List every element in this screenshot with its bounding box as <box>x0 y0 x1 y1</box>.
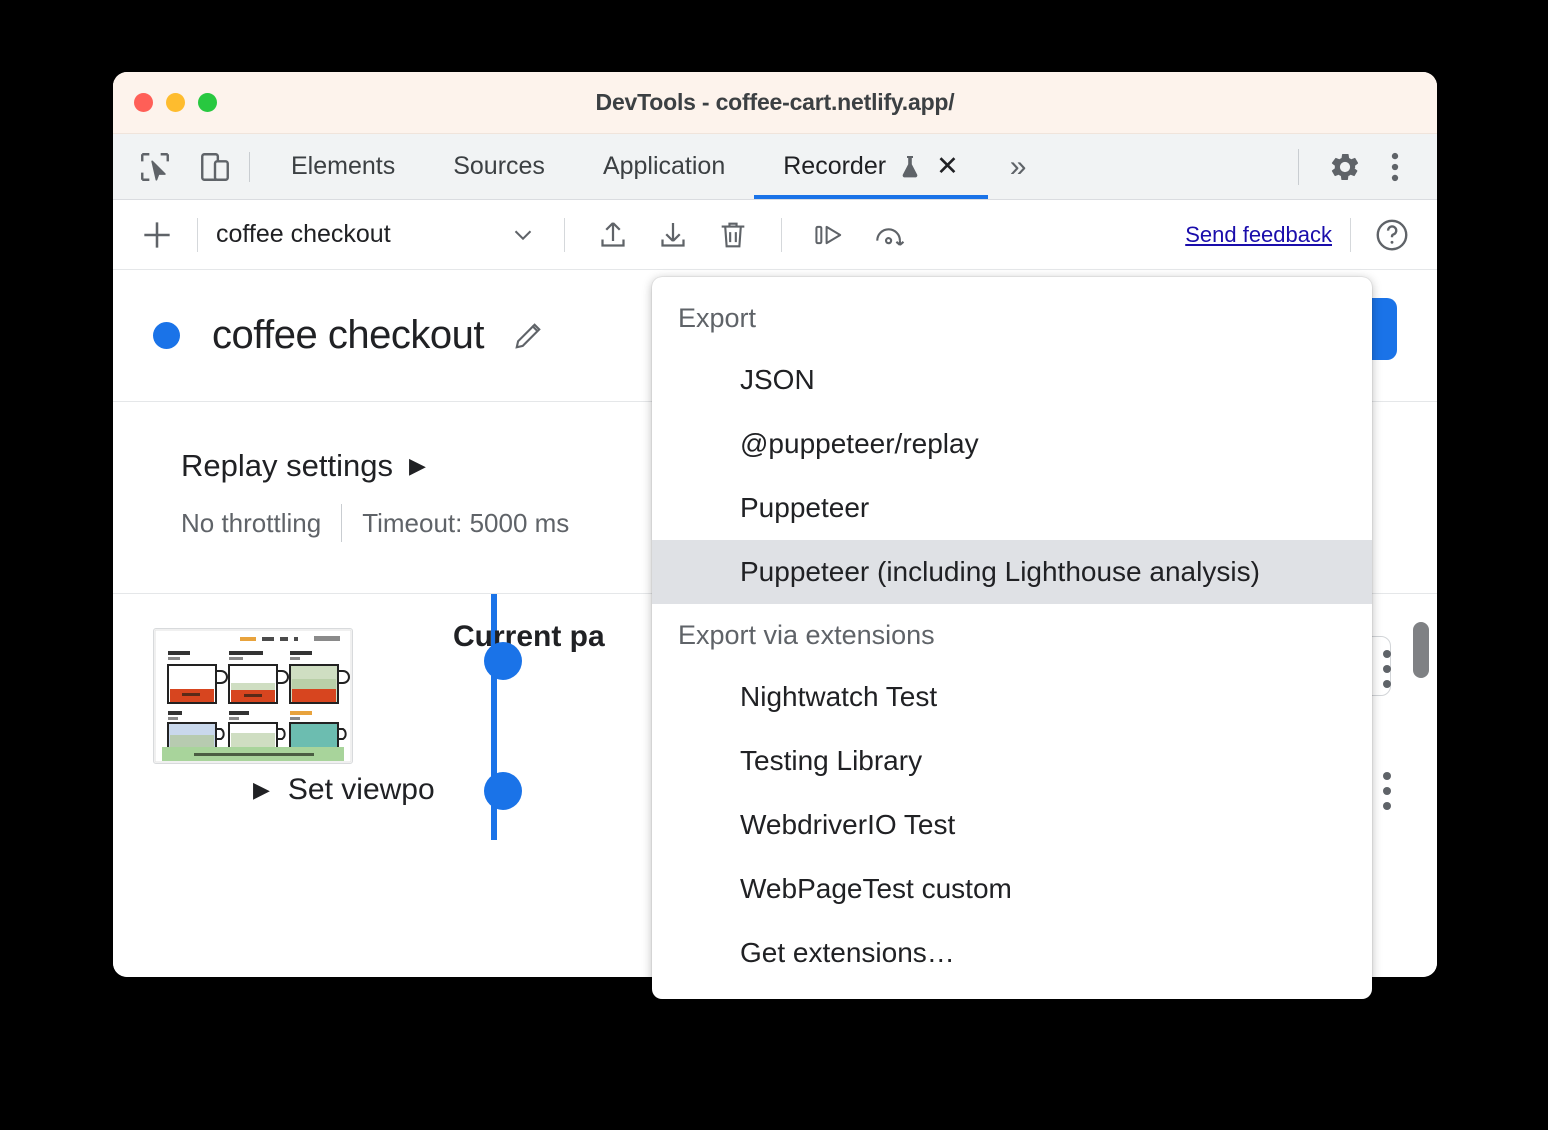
traffic-lights <box>134 93 217 112</box>
plus-icon[interactable] <box>135 213 179 257</box>
step-label: Current pa <box>453 620 605 654</box>
menu-item-get-extensions[interactable]: Get extensions… <box>652 921 1372 985</box>
tab-sources[interactable]: Sources <box>424 134 574 199</box>
timeout-value: Timeout: 5000 ms <box>362 508 569 539</box>
meta-divider <box>341 504 342 542</box>
help-circle-icon[interactable] <box>1369 212 1415 258</box>
tab-label: Elements <box>291 152 395 181</box>
toolbar-divider-2 <box>564 218 565 252</box>
recording-dot <box>153 322 180 349</box>
chevron-down-icon <box>500 220 546 250</box>
toolbar-divider-1 <box>197 218 198 252</box>
vertical-scrollbar[interactable] <box>1413 622 1429 678</box>
device-toolbar-icon[interactable] <box>193 145 237 189</box>
throttling-value: No throttling <box>181 508 321 539</box>
tab-elements[interactable]: Elements <box>262 134 424 199</box>
triangle-right-icon[interactable]: ▶ <box>253 777 270 803</box>
tabbar-right-icons <box>1280 134 1437 199</box>
menu-item-testing-library[interactable]: Testing Library <box>652 729 1372 793</box>
send-feedback-link[interactable]: Send feedback <box>1185 222 1332 248</box>
tab-application[interactable]: Application <box>574 134 754 199</box>
step-thumbnail <box>153 628 353 764</box>
toolbar-divider-3 <box>781 218 782 252</box>
menu-item-puppeteer[interactable]: Puppeteer <box>652 476 1372 540</box>
toolbar-divider-4 <box>1350 218 1351 252</box>
close-window-button[interactable] <box>134 93 153 112</box>
tab-label: Application <box>603 152 725 181</box>
replay-settings-label: Replay settings <box>181 448 393 484</box>
step-node <box>484 642 522 680</box>
tab-list: Elements Sources Application Recorder ✕ <box>262 134 988 199</box>
recorder-toolbar: coffee checkout <box>113 200 1437 270</box>
kebab-menu-icon[interactable] <box>1383 772 1391 810</box>
trash-icon[interactable] <box>710 212 756 258</box>
window-title: DevTools - coffee-cart.netlify.app/ <box>113 89 1437 116</box>
kebab-menu-icon[interactable] <box>1383 650 1391 688</box>
download-icon[interactable] <box>650 212 696 258</box>
screenshot-root: DevTools - coffee-cart.netlify.app/ <box>0 0 1548 1130</box>
tabbar-divider <box>249 152 250 182</box>
step-label-wrap: ▶ Set viewpo <box>253 773 435 807</box>
menu-item-puppeteer-lighthouse[interactable]: Puppeteer (including Lighthouse analysis… <box>652 540 1372 604</box>
step-label: Set viewpo <box>288 773 435 807</box>
inspect-cursor-icon[interactable] <box>133 145 177 189</box>
menu-item-webdriverio[interactable]: WebdriverIO Test <box>652 793 1372 857</box>
menu-group-export: Export JSON @puppeteer/replay Puppeteer … <box>652 287 1372 604</box>
performance-replay-icon[interactable] <box>867 212 913 258</box>
tab-label: Sources <box>453 152 545 181</box>
recording-selector-label: coffee checkout <box>216 220 391 249</box>
chevron-double-right-icon[interactable]: » <box>988 134 1049 199</box>
step-node <box>484 772 522 810</box>
devtools-tabbar: Elements Sources Application Recorder ✕ <box>113 134 1437 200</box>
tab-recorder[interactable]: Recorder ✕ <box>754 134 987 199</box>
pencil-icon[interactable] <box>510 318 546 354</box>
menu-group-extensions: Export via extensions Nightwatch Test Te… <box>652 604 1372 985</box>
tabbar-right-divider <box>1298 149 1299 185</box>
close-icon[interactable]: ✕ <box>936 153 959 180</box>
triangle-right-icon: ▶ <box>409 453 426 479</box>
window-titlebar: DevTools - coffee-cart.netlify.app/ <box>113 72 1437 134</box>
maximize-window-button[interactable] <box>198 93 217 112</box>
gear-icon[interactable] <box>1323 145 1367 189</box>
tabbar-left-icons <box>113 134 237 199</box>
menu-group-title: Export <box>652 287 1372 348</box>
menu-group-title: Export via extensions <box>652 604 1372 665</box>
menu-item-puppeteer-replay[interactable]: @puppeteer/replay <box>652 412 1372 476</box>
recording-selector[interactable]: coffee checkout <box>216 220 546 250</box>
menu-item-nightwatch[interactable]: Nightwatch Test <box>652 665 1372 729</box>
minimize-window-button[interactable] <box>166 93 185 112</box>
menu-item-webpagetest[interactable]: WebPageTest custom <box>652 857 1372 921</box>
menu-item-json[interactable]: JSON <box>652 348 1372 412</box>
tab-label: Recorder <box>783 152 886 181</box>
upload-icon[interactable] <box>590 212 636 258</box>
recording-title: coffee checkout <box>212 313 484 358</box>
step-replay-icon[interactable] <box>807 212 853 258</box>
kebab-menu-icon[interactable] <box>1373 145 1417 189</box>
export-menu: Export JSON @puppeteer/replay Puppeteer … <box>652 277 1372 999</box>
flask-icon <box>898 154 922 180</box>
